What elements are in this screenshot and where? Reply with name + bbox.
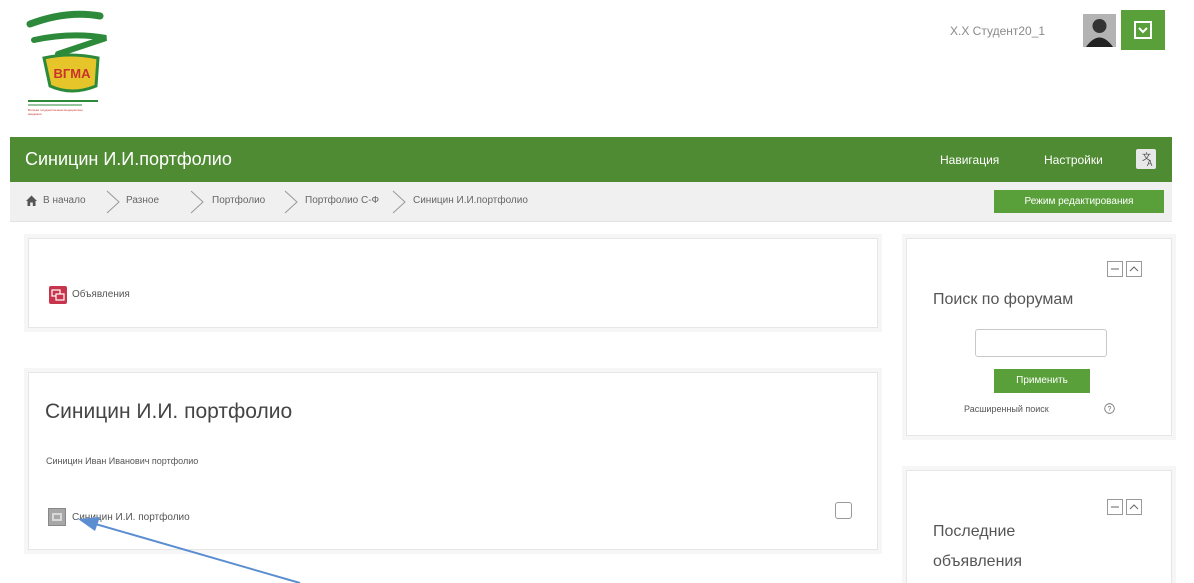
breadcrumb-current: Синицин И.И.портфолио	[413, 195, 528, 206]
latest-news-block: Последние объявления	[906, 470, 1172, 583]
apply-button[interactable]: Применить	[994, 369, 1090, 393]
user-menu-button[interactable]	[1121, 10, 1165, 50]
chevron-right-icon	[106, 190, 120, 214]
block-hide-button[interactable]	[1107, 261, 1123, 277]
svg-text:?: ?	[1108, 406, 1112, 413]
activity-link[interactable]: Синицин И.И. портфолио	[72, 512, 190, 523]
breadcrumb-portfolio-sf[interactable]: Портфолио С-Ф	[305, 195, 379, 206]
block-title-line1: Последние	[933, 523, 1016, 540]
advanced-search-link[interactable]: Расширенный поиск	[964, 404, 1049, 414]
page-icon	[48, 508, 66, 526]
chevron-up-icon	[1129, 504, 1139, 510]
minus-icon	[1111, 268, 1119, 270]
navbar: Синицин И.И.портфолио Навигация Настройк…	[10, 137, 1172, 182]
navigation-link[interactable]: Навигация	[940, 153, 999, 167]
user-name[interactable]: Х.Х Студент20_1	[950, 24, 1045, 38]
search-input[interactable]	[975, 329, 1107, 357]
chevron-right-icon	[392, 190, 406, 214]
block-title: Поиск по форумам	[933, 291, 1074, 308]
home-icon[interactable]	[25, 194, 38, 207]
section-summary: Синицин Иван Иванович портфолио	[46, 456, 199, 466]
search-forums-block: Поиск по форумам Применить Расширенный п…	[906, 238, 1172, 436]
minus-icon	[1111, 506, 1119, 508]
breadcrumb: В начало Разное Портфолио Портфолио С-Ф …	[10, 182, 1172, 222]
edit-mode-button[interactable]: Режим редактирования	[994, 190, 1164, 213]
breadcrumb-misc[interactable]: Разное	[126, 195, 159, 206]
chevron-right-icon	[190, 190, 204, 214]
block-move-button[interactable]	[1126, 261, 1142, 277]
logo-caption: Вятская государственная медицинская акад…	[28, 108, 83, 116]
completion-checkbox[interactable]	[835, 502, 852, 519]
block-move-button[interactable]	[1126, 499, 1142, 515]
announcements-card: Объявления	[28, 238, 878, 328]
announcements-link[interactable]: Объявления	[72, 289, 130, 300]
chevron-right-icon	[284, 190, 298, 214]
avatar[interactable]	[1083, 14, 1116, 47]
language-icon[interactable]: 文 A	[1136, 149, 1156, 169]
user-avatar-icon	[1083, 14, 1116, 47]
user-menu-icon	[1134, 21, 1152, 39]
block-hide-button[interactable]	[1107, 499, 1123, 515]
course-title[interactable]: Синицин И.И.портфолио	[25, 149, 232, 170]
settings-link[interactable]: Настройки	[1044, 153, 1103, 167]
svg-text:A: A	[1147, 159, 1153, 168]
section-card: Синицин И.И. портфолио Синицин Иван Иван…	[28, 372, 878, 550]
section-title: Синицин И.И. портфолио	[45, 400, 293, 423]
block-title-line2: объявления	[933, 553, 1022, 570]
help-icon[interactable]: ?	[1104, 403, 1115, 414]
forum-icon	[49, 286, 67, 304]
logo-text: ВГМА	[54, 66, 92, 81]
breadcrumb-portfolio[interactable]: Портфолио	[212, 195, 265, 206]
chevron-up-icon	[1129, 266, 1139, 272]
breadcrumb-home[interactable]: В начало	[43, 195, 86, 206]
